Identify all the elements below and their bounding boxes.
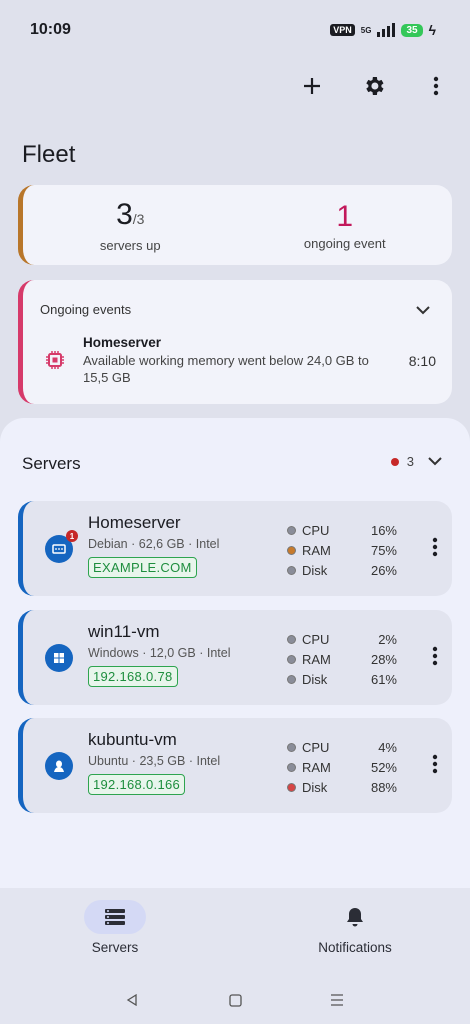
servers-icon [105, 909, 125, 925]
summary-card: 3/3 servers up 1 ongoing event [18, 185, 452, 265]
chevron-down-icon [428, 457, 442, 466]
server-card-kubuntu-vm[interactable]: kubuntu-vm Ubuntu · 23,5 GB · Intel 192.… [18, 718, 452, 813]
recents-button[interactable] [327, 990, 347, 1010]
server-address: EXAMPLE.COM [88, 557, 197, 578]
memory-chip-icon [45, 350, 65, 375]
toolbar [296, 70, 452, 102]
server-meta: Ubuntu · 23,5 GB · Intel [88, 754, 221, 768]
metric-disk: Disk 88% [287, 777, 397, 797]
status-dot-icon [287, 762, 296, 772]
servers-section: Servers 3 1 Homeserver Debian · 62,6 GB … [0, 418, 470, 888]
servers-title: Servers [22, 454, 81, 473]
metric-ram: RAM 28% [287, 649, 397, 669]
status-dot-icon [287, 674, 296, 684]
bottom-navigation: Servers Notifications [0, 888, 470, 978]
server-menu-button[interactable] [432, 646, 438, 671]
add-icon [304, 78, 320, 94]
ongoing-events-count: 1 [336, 199, 354, 233]
status-dot-icon [287, 654, 296, 664]
metric-ram: RAM 52% [287, 757, 397, 777]
server-meta: Debian · 62,6 GB · Intel [88, 537, 220, 551]
server-name: kubuntu-vm [88, 730, 177, 749]
metric-disk: Disk 61% [287, 669, 397, 689]
server-card-homeserver[interactable]: 1 Homeserver Debian · 62,6 GB · Intel EX… [18, 501, 452, 596]
nav-servers-label: Servers [91, 940, 139, 955]
page-title: Fleet [22, 141, 76, 168]
status-dot-icon [287, 782, 296, 792]
network-label: 5G [360, 25, 372, 35]
home-button[interactable] [225, 990, 245, 1010]
menu-lines-icon [331, 994, 343, 1006]
more-button[interactable] [420, 70, 452, 102]
metric-ram: RAM 75% [287, 540, 397, 560]
server-metrics: CPU 4% RAM 52% Disk 88% [287, 737, 397, 797]
status-icons: VPN 5G 35 ϟ [330, 22, 436, 38]
settings-button[interactable] [358, 70, 390, 102]
servers-up-summary[interactable]: 3/3 servers up [23, 185, 238, 265]
status-dot-icon [287, 545, 296, 555]
bell-icon [347, 908, 363, 927]
home-square-icon [228, 993, 242, 1007]
chevron-down-icon [416, 306, 430, 315]
event-time: 8:10 [408, 353, 436, 369]
ongoing-events-summary[interactable]: 1 ongoing event [238, 185, 453, 265]
server-metrics: CPU 16% RAM 75% Disk 26% [287, 520, 397, 580]
server-name: Homeserver [88, 513, 181, 532]
more-vert-icon [432, 646, 438, 666]
back-button[interactable] [122, 990, 142, 1010]
server-address: 192.168.0.166 [88, 774, 186, 795]
alert-badge: 1 [66, 530, 78, 542]
alert-dot-icon [390, 457, 399, 466]
ongoing-events-label: ongoing event [303, 235, 386, 251]
status-dot-icon [287, 634, 296, 644]
status-bar: 10:09 VPN 5G 35 ϟ [0, 0, 470, 60]
nav-servers[interactable]: Servers [45, 900, 185, 955]
event-message: Available working memory went below 24,0… [83, 353, 369, 385]
status-time: 10:09 [30, 21, 71, 38]
linux-icon [45, 752, 73, 780]
server-metrics: CPU 2% RAM 28% Disk 61% [287, 629, 397, 689]
charging-icon: ϟ [428, 22, 436, 38]
nav-notifications-pill [324, 900, 386, 934]
more-vert-icon [432, 537, 438, 557]
metric-disk: Disk 26% [287, 560, 397, 580]
collapse-events-button[interactable] [416, 302, 430, 320]
add-button[interactable] [296, 70, 328, 102]
status-dot-icon [287, 742, 296, 752]
server-address: 192.168.0.78 [88, 666, 178, 687]
server-meta: Windows · 12,0 GB · Intel [88, 646, 231, 660]
server-card-win11-vm[interactable]: win11-vm Windows · 12,0 GB · Intel 192.1… [18, 610, 452, 705]
nav-notifications-label: Notifications [318, 940, 392, 955]
battery-icon: 35 [401, 23, 423, 37]
nav-servers-pill [84, 900, 146, 934]
system-navigation-bar [0, 978, 470, 1024]
more-vert-icon [433, 76, 439, 96]
event-host: Homeserver [83, 335, 162, 350]
servers-count[interactable]: 3 [390, 454, 442, 469]
windows-icon [45, 644, 73, 672]
metric-cpu: CPU 16% [287, 520, 397, 540]
metric-cpu: CPU 2% [287, 629, 397, 649]
back-triangle-icon [126, 994, 137, 1006]
servers-up-label: servers up [99, 237, 161, 253]
server-menu-button[interactable] [432, 537, 438, 562]
status-dot-icon [287, 525, 296, 535]
nav-notifications[interactable]: Notifications [285, 900, 425, 955]
server-menu-button[interactable] [432, 754, 438, 779]
events-header: Ongoing events [40, 302, 132, 317]
ongoing-events-card[interactable]: Ongoing events Homeserver Available work… [18, 280, 452, 404]
vpn-badge: VPN [330, 24, 355, 36]
gear-icon [366, 77, 384, 95]
signal-icon [377, 23, 396, 37]
status-dot-icon [287, 565, 296, 575]
server-name: win11-vm [88, 622, 160, 641]
servers-count-value: 3 [406, 454, 414, 469]
metric-cpu: CPU 4% [287, 737, 397, 757]
servers-up-count: 3/3 [116, 197, 145, 231]
more-vert-icon [432, 754, 438, 774]
